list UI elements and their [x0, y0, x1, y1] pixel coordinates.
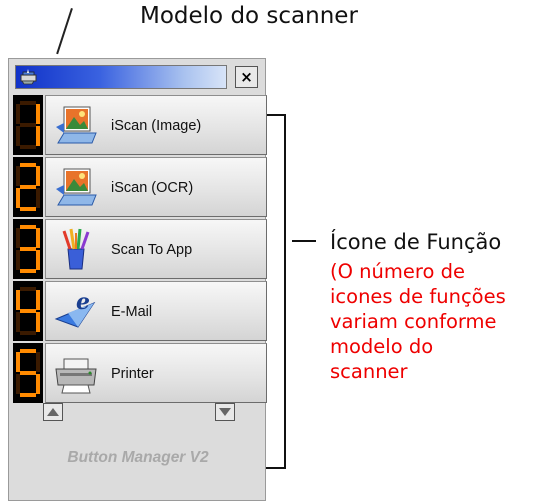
digit-four-icon [16, 287, 40, 335]
scroll-up-button[interactable] [43, 403, 63, 421]
ocr-scan-icon [56, 168, 97, 206]
printer-label: Printer [111, 366, 154, 382]
function-row: Printer [13, 343, 267, 403]
printer-icon [55, 358, 97, 394]
function-row: Scan To App [13, 219, 267, 279]
scan-to-app-label: Scan To App [111, 242, 193, 258]
iscan-ocr-label: iScan (OCR) [111, 180, 194, 196]
printer-button[interactable]: Printer [45, 343, 267, 403]
title-bar[interactable]: × [15, 65, 258, 89]
email-e-icon: e [54, 289, 96, 328]
digit-display-5 [13, 343, 43, 403]
digit-display-2 [13, 157, 43, 217]
digit-display-1 [13, 95, 43, 155]
close-button[interactable]: × [235, 66, 258, 88]
digit-three-icon [16, 225, 40, 273]
arrow-up-icon [47, 408, 59, 416]
digit-display-3 [13, 219, 43, 279]
digit-display-4 [13, 281, 43, 341]
digit-five-icon [16, 349, 40, 397]
arrow-down-icon [219, 408, 231, 416]
scanner-app-icon [20, 69, 37, 85]
button-manager-label: Button Manager V2 [67, 449, 209, 466]
function-icon-callout: Ícone de Função [330, 230, 502, 254]
note-line: modelo do [330, 335, 434, 358]
note-line: scanner [330, 360, 408, 383]
iscan-image-button[interactable]: iScan (Image) [45, 95, 267, 155]
paint-brushes-cup-icon [62, 228, 90, 270]
image-scan-icon [56, 106, 97, 144]
digit-one-icon [16, 101, 40, 149]
bracket-vertical [284, 114, 286, 468]
note-line: (O número de [330, 260, 465, 283]
iscan-image-label: iScan (Image) [111, 118, 202, 134]
note-line: icones de funções [330, 285, 506, 308]
note-line: variam conforme [330, 310, 497, 333]
svg-text:e: e [76, 289, 90, 315]
function-row: iScan (Image) [13, 95, 267, 155]
function-row: e E-Mail [13, 281, 267, 341]
digit-two-icon [16, 163, 40, 211]
function-row: iScan (OCR) [13, 157, 267, 217]
email-label: E-Mail [111, 304, 153, 320]
email-button[interactable]: e E-Mail [45, 281, 267, 341]
function-icon-note: (O número de icones de funções variam co… [330, 259, 545, 384]
button-manager-panel: × iScan (Image) iScan (OCR) Scan To App … [8, 58, 267, 501]
scroll-down-button[interactable] [215, 403, 235, 421]
bracket-pointer [292, 240, 316, 242]
title-bar-gradient[interactable] [15, 65, 227, 89]
scan-to-app-button[interactable]: Scan To App [45, 219, 267, 279]
iscan-ocr-button[interactable]: iScan (OCR) [45, 157, 267, 217]
scanner-model-callout: Modelo do scanner [140, 3, 358, 29]
scanner-model-pointer-line [56, 8, 73, 55]
